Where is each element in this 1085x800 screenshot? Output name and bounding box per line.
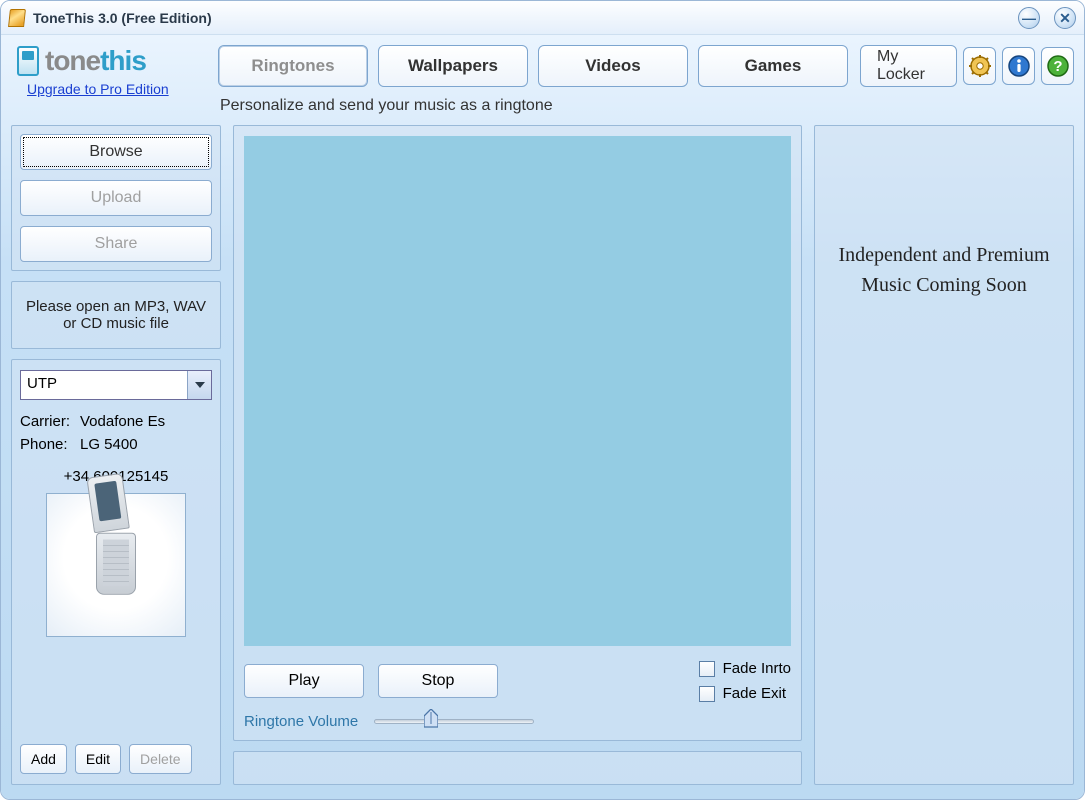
profile-select[interactable]: UTP <box>20 370 212 400</box>
promo-panel: Independent and Premium Music Coming Soo… <box>814 125 1074 785</box>
gear-icon <box>968 54 992 78</box>
svg-text:?: ? <box>1053 58 1062 75</box>
hint-panel: Please open an MP3, WAV or CD music file <box>11 281 221 349</box>
main-tabs: Ringtones Wallpapers Videos Games <box>218 45 848 87</box>
volume-slider[interactable] <box>374 712 534 730</box>
carrier-row: Carrier:Vodafone Es <box>20 413 212 430</box>
window-title: ToneThis 3.0 (Free Edition) <box>33 10 212 26</box>
edit-profile-button[interactable]: Edit <box>75 744 121 774</box>
profile-select-value: UTP <box>21 371 187 399</box>
my-locker-button[interactable]: My Locker <box>860 45 957 87</box>
titlebar: ToneThis 3.0 (Free Edition) — ✕ <box>1 1 1084 35</box>
upload-button[interactable]: Upload <box>20 180 212 216</box>
help-button[interactable]: ? <box>1041 47 1074 85</box>
app-icon <box>8 9 26 27</box>
phone-row: Phone:LG 5400 <box>20 436 212 453</box>
fade-out-checkbox[interactable]: Fade Exit <box>699 685 791 702</box>
promo-text: Independent and Premium Music Coming Soo… <box>823 240 1065 300</box>
browse-button[interactable]: Browse <box>20 134 212 170</box>
play-button[interactable]: Play <box>244 664 364 698</box>
tab-ringtones[interactable]: Ringtones <box>218 45 368 87</box>
close-button[interactable]: ✕ <box>1054 7 1076 29</box>
settings-button[interactable] <box>963 47 996 85</box>
action-panel: Browse Upload Share <box>11 125 221 271</box>
tab-wallpapers[interactable]: Wallpapers <box>378 45 528 87</box>
waveform-area[interactable] <box>244 136 791 646</box>
tab-subtitle: Personalize and send your music as a rin… <box>220 97 1074 115</box>
tab-videos[interactable]: Videos <box>538 45 688 87</box>
upgrade-link[interactable]: Upgrade to Pro Edition <box>27 81 169 97</box>
app-window: ToneThis 3.0 (Free Edition) — ✕ tonethis… <box>0 0 1085 800</box>
slider-thumb-icon <box>424 709 438 731</box>
phone-preview <box>46 493 186 637</box>
tab-games[interactable]: Games <box>698 45 848 87</box>
brand-text-1: tone <box>45 45 100 76</box>
status-panel <box>233 751 802 785</box>
info-icon <box>1007 54 1031 78</box>
phone-icon <box>17 46 39 76</box>
share-button[interactable]: Share <box>20 226 212 262</box>
editor-panel: Play Stop Fade Inrto Fade Exit Ringtone … <box>233 125 802 741</box>
about-button[interactable] <box>1002 47 1035 85</box>
chevron-down-icon <box>187 371 211 399</box>
fade-in-checkbox[interactable]: Fade Inrto <box>699 660 791 677</box>
add-profile-button[interactable]: Add <box>20 744 67 774</box>
volume-label: Ringtone Volume <box>244 713 358 730</box>
delete-profile-button[interactable]: Delete <box>129 744 191 774</box>
brand-text-2: this <box>100 45 146 76</box>
profile-panel: UTP Carrier:Vodafone Es Phone:LG 5400 +3… <box>11 359 221 785</box>
stop-button[interactable]: Stop <box>378 664 498 698</box>
minimize-button[interactable]: — <box>1018 7 1040 29</box>
help-icon: ? <box>1046 54 1070 78</box>
brand-logo: tonethis <box>11 45 206 77</box>
